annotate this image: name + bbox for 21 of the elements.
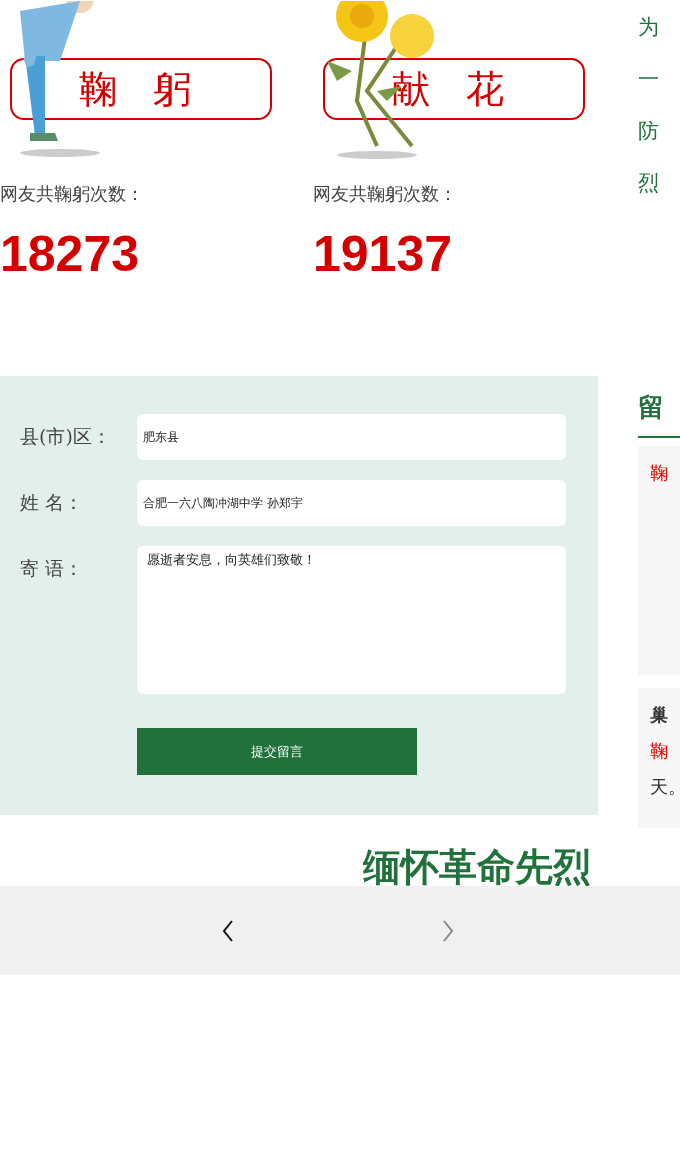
count-value: 18273	[0, 229, 141, 279]
intro-text: 为	[638, 16, 660, 38]
intro-text: 一	[638, 68, 660, 90]
field-label: 寄 语：	[20, 556, 85, 581]
count-label: 网友共鞠躬次数：	[313, 182, 458, 206]
message-text: 鞠	[650, 462, 669, 484]
input-field[interactable]: 合肥一六八陶冲湖中学 孙郑宇	[137, 480, 566, 526]
section-heading: 缅怀革命先烈	[363, 848, 591, 886]
message-field[interactable]: 愿逝者安息，向英雄们致敬！	[137, 546, 566, 694]
count-value: 19137	[313, 229, 454, 279]
message-author: 巢	[650, 704, 669, 726]
message-text: 天。	[650, 776, 680, 798]
intro-text: 防	[638, 120, 660, 142]
field-label: 县(市)区：	[20, 424, 112, 449]
intro-text: 烈	[638, 172, 660, 194]
section-title: 留	[638, 376, 680, 438]
count-label: 网友共鞠躬次数：	[0, 182, 145, 206]
submit-button[interactable]: 提交留言	[137, 728, 417, 775]
field-label: 姓 名：	[20, 490, 85, 515]
input-field[interactable]: 肥东县	[137, 414, 566, 460]
message-text: 鞠	[650, 740, 669, 762]
